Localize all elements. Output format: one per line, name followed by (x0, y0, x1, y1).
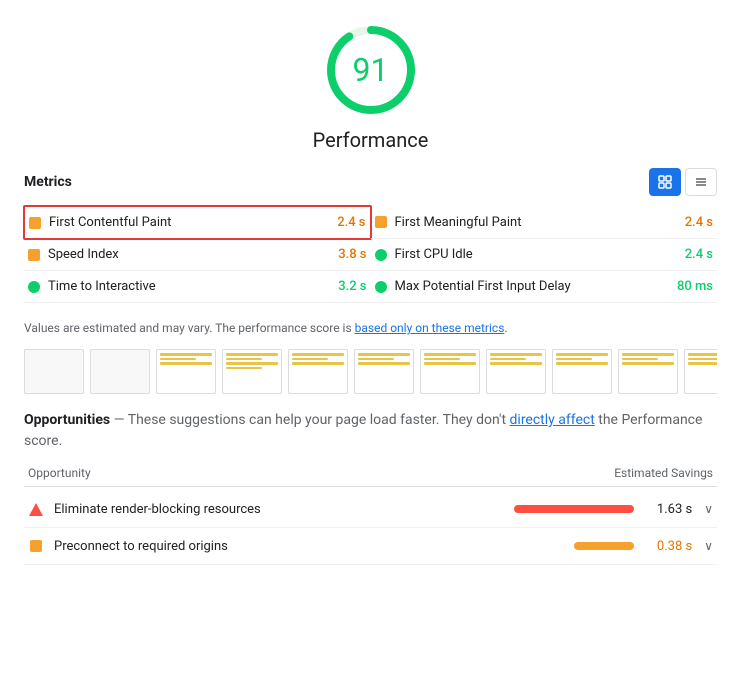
metric-value: 3.8 s (338, 247, 366, 262)
metric-indicator (375, 281, 387, 293)
opportunity-savings: 1.63 s (642, 502, 692, 517)
metric-name: First Meaningful Paint (395, 215, 677, 230)
metric-name: Time to Interactive (48, 279, 330, 294)
grid-view-button[interactable] (649, 168, 681, 196)
metric-value: 2.4 s (337, 215, 365, 230)
metrics-link[interactable]: based only on these metrics (355, 321, 505, 335)
score-circle: 91 (321, 20, 421, 120)
square-orange-icon (28, 538, 44, 554)
filmstrip (24, 349, 717, 394)
film-frame (354, 349, 414, 394)
metric-indicator (28, 281, 40, 293)
metrics-header: Metrics (24, 168, 717, 196)
film-frame (24, 349, 84, 394)
opportunity-name: Eliminate render-blocking resources (54, 502, 514, 517)
metric-indicator (28, 249, 40, 261)
metric-first-cpu-idle: First CPU Idle 2.4 s (371, 239, 718, 271)
opportunities-section: Opportunities — These suggestions can he… (24, 410, 717, 565)
film-frame (486, 349, 546, 394)
metric-time-to-interactive: Time to Interactive 3.2 s (24, 271, 371, 303)
opportunity-bar-container: 0.38 s ∨ (574, 539, 713, 554)
film-frame (288, 349, 348, 394)
opportunity-preconnect[interactable]: Preconnect to required origins 0.38 s ∨ (24, 528, 717, 565)
metric-speed-index: Speed Index 3.8 s (24, 239, 371, 271)
film-frame (618, 349, 678, 394)
warning-triangle-icon (28, 501, 44, 517)
directly-affect-link[interactable]: directly affect (510, 412, 595, 428)
opportunity-name: Preconnect to required origins (54, 539, 574, 554)
film-frame (420, 349, 480, 394)
col-opportunity: Opportunity (28, 466, 91, 480)
film-frame (90, 349, 150, 394)
opportunity-bar (514, 505, 634, 513)
opportunity-eliminate-render-blocking[interactable]: Eliminate render-blocking resources 1.63… (24, 491, 717, 528)
info-text: Values are estimated and may vary. The p… (24, 319, 717, 337)
film-frame (222, 349, 282, 394)
chevron-down-icon: ∨ (704, 539, 713, 553)
film-frame (684, 349, 717, 394)
metric-value: 3.2 s (338, 279, 366, 294)
view-toggle (649, 168, 717, 196)
score-value: 91 (353, 51, 389, 89)
metric-indicator (29, 217, 41, 229)
score-section: 91 Performance (24, 20, 717, 152)
opportunity-savings: 0.38 s (642, 539, 692, 554)
film-frame (552, 349, 612, 394)
film-frame (156, 349, 216, 394)
col-savings: Estimated Savings (614, 466, 713, 480)
metrics-grid: First Contentful Paint 2.4 s First Meani… (24, 206, 717, 303)
metric-max-potential-fid: Max Potential First Input Delay 80 ms (371, 271, 718, 303)
performance-label: Performance (313, 128, 429, 152)
list-view-button[interactable] (685, 168, 717, 196)
metrics-section: Metrics First Conte (24, 168, 717, 303)
metric-value: 80 ms (677, 279, 713, 294)
opportunities-title: Opportunities (24, 412, 110, 428)
metric-indicator (375, 216, 387, 228)
metric-name: Speed Index (48, 247, 330, 262)
metrics-title: Metrics (24, 174, 72, 190)
metric-name: Max Potential First Input Delay (395, 279, 669, 294)
opportunities-table-header: Opportunity Estimated Savings (24, 460, 717, 487)
opportunities-header: Opportunities — These suggestions can he… (24, 410, 717, 452)
metric-name: First CPU Idle (395, 247, 677, 262)
opportunity-bar-container: 1.63 s ∨ (514, 502, 713, 517)
metric-indicator (375, 249, 387, 261)
metric-first-contentful-paint: First Contentful Paint 2.4 s (23, 205, 372, 240)
metric-value: 2.4 s (685, 247, 713, 262)
opportunity-bar (574, 542, 634, 550)
metric-name: First Contentful Paint (49, 215, 329, 230)
metric-first-meaningful-paint: First Meaningful Paint 2.4 s (371, 206, 718, 239)
chevron-down-icon: ∨ (704, 502, 713, 516)
metric-value: 2.4 s (685, 215, 713, 230)
